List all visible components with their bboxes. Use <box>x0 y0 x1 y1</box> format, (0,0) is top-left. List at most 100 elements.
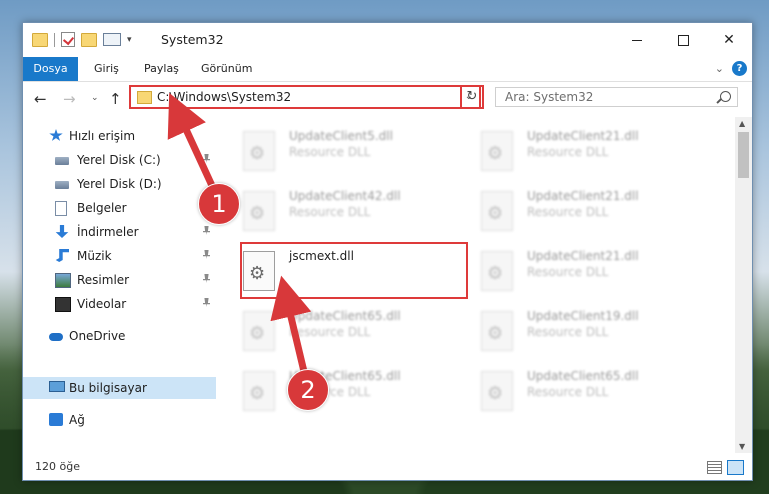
properties-check-icon[interactable] <box>61 32 75 47</box>
nav-label: Videolar <box>77 297 127 311</box>
nav-item-videos[interactable]: Videolar <box>23 293 216 315</box>
nav-item-network[interactable]: Ağ <box>23 409 216 431</box>
scroll-down-arrow-icon[interactable]: ▼ <box>739 442 745 451</box>
nav-item-pictures[interactable]: Resimler <box>23 269 216 291</box>
dll-file-icon <box>243 311 275 351</box>
tab-home[interactable]: Giriş <box>94 57 119 81</box>
item-count: 120 öğe <box>35 460 80 473</box>
step-2-callout: 2 <box>287 369 329 411</box>
pin-icon[interactable] <box>203 154 210 163</box>
scroll-up-arrow-icon[interactable]: ▲ <box>739 119 745 128</box>
refresh-button[interactable]: ↻ <box>460 85 484 109</box>
file-name: UpdateClient5.dll <box>289 129 393 143</box>
minimize-icon <box>632 39 642 41</box>
tab-view[interactable]: Görünüm <box>201 57 252 81</box>
folder-icon <box>137 91 152 104</box>
pictures-icon <box>55 273 71 288</box>
vertical-scrollbar[interactable]: ▲ ▼ <box>735 117 752 453</box>
nav-label: Müzik <box>77 249 112 263</box>
pin-icon[interactable] <box>203 274 210 283</box>
computer-icon <box>49 381 65 392</box>
file-item[interactable]: UpdateClient65.dll Resource DLL <box>237 363 467 423</box>
tab-share[interactable]: Paylaş <box>144 57 179 81</box>
music-icon <box>55 249 69 262</box>
drive-icon <box>55 181 69 189</box>
pin-icon[interactable] <box>203 298 210 307</box>
dll-file-icon <box>481 311 513 351</box>
navigation-pane: Hızlı erişim Yerel Disk (C:) Yerel Disk … <box>23 117 216 453</box>
file-name: UpdateClient65.dll <box>289 309 401 323</box>
file-item[interactable]: UpdateClient65.dll Resource DLL <box>237 303 467 363</box>
nav-item-documents[interactable]: Belgeler <box>23 197 216 219</box>
tab-file[interactable]: Dosya <box>23 57 78 81</box>
help-icon[interactable]: ? <box>732 61 747 76</box>
nav-item-local-disk-d[interactable]: Yerel Disk (D:) <box>23 173 216 195</box>
file-type: Resource DLL <box>289 325 371 339</box>
file-type: Resource DLL <box>527 145 609 159</box>
recent-locations-button[interactable]: ⌄ <box>91 93 99 103</box>
window-title: System32 <box>161 32 224 47</box>
drive-icon <box>55 157 69 165</box>
minimize-button[interactable] <box>614 23 660 57</box>
nav-label: OneDrive <box>69 329 126 343</box>
nav-label: İndirmeler <box>77 225 139 239</box>
nav-label: Resimler <box>77 273 130 287</box>
address-row: ← → ⌄ ↑ C:\Windows\System32 ⌄ ↻ Ara: Sys… <box>23 82 752 116</box>
file-name: UpdateClient65.dll <box>527 369 639 383</box>
address-path[interactable]: C:\Windows\System32 <box>157 90 291 104</box>
documents-icon <box>55 201 67 216</box>
dll-file-icon <box>481 251 513 291</box>
step-1-callout: 1 <box>198 183 240 225</box>
file-item[interactable]: UpdateClient21.dll Resource DLL <box>475 123 705 183</box>
file-name: UpdateClient19.dll <box>527 309 639 323</box>
back-button[interactable]: ← <box>34 90 47 108</box>
file-item[interactable]: UpdateClient5.dll Resource DLL <box>237 123 467 183</box>
large-icons-view-icon[interactable] <box>727 460 744 475</box>
nav-item-downloads[interactable]: İndirmeler <box>23 221 216 243</box>
new-folder-icon[interactable] <box>81 32 97 47</box>
up-button[interactable]: ↑ <box>109 90 122 108</box>
file-type: Resource DLL <box>527 325 609 339</box>
search-placeholder: Ara: System32 <box>505 90 594 104</box>
file-item[interactable]: UpdateClient21.dll Resource DLL <box>475 243 705 303</box>
file-type: Resource DLL <box>289 205 371 219</box>
forward-button[interactable]: → <box>63 90 76 108</box>
file-type: Resource DLL <box>527 265 609 279</box>
details-view-icon[interactable] <box>707 461 722 474</box>
nav-item-onedrive[interactable]: OneDrive <box>23 325 216 347</box>
search-input[interactable]: Ara: System32 <box>495 87 738 107</box>
nav-item-music[interactable]: Müzik <box>23 245 216 267</box>
file-type: Resource DLL <box>527 385 609 399</box>
file-item[interactable]: UpdateClient21.dll Resource DLL <box>475 183 705 243</box>
maximize-button[interactable] <box>660 23 706 57</box>
ribbon-tabs: Dosya Giriş Paylaş Görünüm ⌄ ? <box>23 57 752 82</box>
search-icon[interactable] <box>720 91 731 102</box>
nav-label: Yerel Disk (C:) <box>77 153 161 167</box>
maximize-icon <box>677 34 689 46</box>
dll-file-icon <box>481 131 513 171</box>
file-name: UpdateClient21.dll <box>527 129 639 143</box>
address-bar[interactable]: C:\Windows\System32 ⌄ <box>129 85 481 109</box>
nav-item-this-pc[interactable]: Bu bilgisayar <box>23 377 216 399</box>
video-icon <box>55 297 71 312</box>
status-bar: 120 öğe <box>23 453 752 480</box>
customize-toolbar-arrow-icon[interactable]: ▾ <box>127 35 132 45</box>
file-item[interactable]: UpdateClient42.dll Resource DLL <box>237 183 467 243</box>
title-bar: ▾ System32 ✕ <box>23 23 752 57</box>
quick-access-toolbar: ▾ <box>32 32 132 47</box>
expand-ribbon-icon[interactable]: ⌄ <box>715 62 724 75</box>
file-item[interactable]: UpdateClient65.dll Resource DLL <box>475 363 705 423</box>
nav-item-local-disk-c[interactable]: Yerel Disk (C:) <box>23 149 216 171</box>
scroll-thumb[interactable] <box>738 132 749 178</box>
folder-icon[interactable] <box>32 32 48 47</box>
nav-label: Yerel Disk (D:) <box>77 177 162 191</box>
nav-quick-access[interactable]: Hızlı erişim <box>23 125 216 147</box>
download-icon <box>55 225 69 238</box>
pin-icon[interactable] <box>203 250 210 259</box>
cloud-icon <box>49 333 63 341</box>
properties-icon[interactable] <box>103 33 121 46</box>
close-button[interactable]: ✕ <box>706 23 752 57</box>
file-name: UpdateClient21.dll <box>527 189 639 203</box>
file-item[interactable]: UpdateClient19.dll Resource DLL <box>475 303 705 363</box>
pin-icon[interactable] <box>203 226 210 235</box>
